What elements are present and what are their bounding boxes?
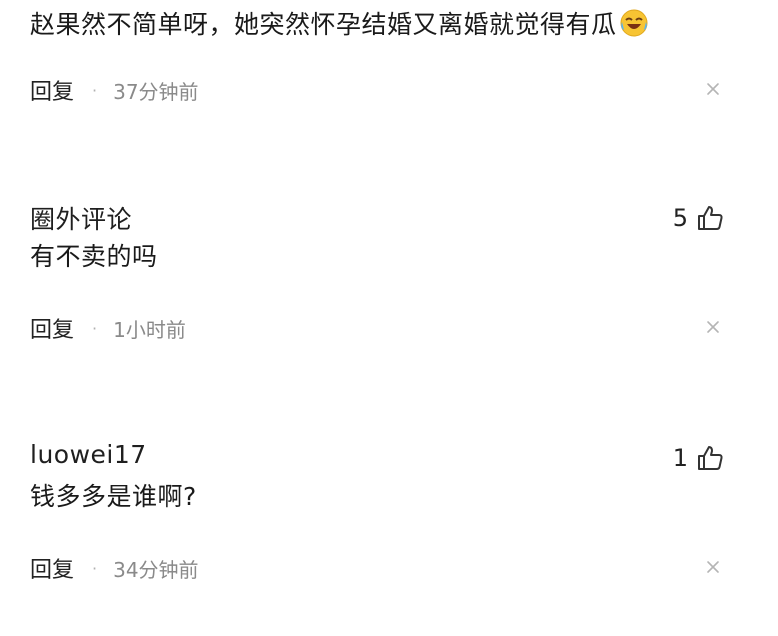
meta-separator: · [92, 558, 98, 578]
thumbs-up-icon [698, 206, 723, 230]
comment-text-content: 赵果然不简单呀，她突然怀孕结婚又离婚就觉得有瓜 [30, 10, 617, 39]
comment-header: 圈外评论 5 [30, 190, 730, 238]
reply-button[interactable]: 回复 [30, 312, 74, 344]
comment-text: 有不卖的吗 [30, 242, 158, 271]
like-count: 1 [672, 444, 688, 472]
thumbs-up-icon [698, 446, 723, 470]
comment-time: 34分钟前 [113, 557, 199, 582]
laughing-tears-emoji-icon [620, 9, 648, 37]
comment-time: 1小时前 [113, 317, 186, 342]
comment-meta: 回复 · 37分钟前 [30, 70, 730, 110]
comment-text: 赵果然不简单呀，她突然怀孕结婚又离婚就觉得有瓜 [30, 0, 730, 42]
close-icon[interactable] [704, 558, 722, 576]
comment-item: 赵果然不简单呀，她突然怀孕结婚又离婚就觉得有瓜 回复 · 37分钟前 [30, 0, 730, 110]
reply-button[interactable]: 回复 [30, 552, 74, 584]
comment-item: 圈外评论 5 有不卖的吗 回复 · 1小时前 [30, 190, 730, 348]
close-icon[interactable] [704, 318, 722, 336]
comment-header: luowei17 1 [30, 430, 730, 478]
comment-author[interactable]: luowei17 [30, 440, 147, 469]
like-count: 5 [672, 204, 688, 232]
comment-text: 钱多多是谁啊? [30, 482, 197, 511]
meta-separator: · [92, 318, 98, 338]
comment-meta: 回复 · 1小时前 [30, 308, 730, 348]
reply-button[interactable]: 回复 [30, 74, 74, 106]
comment-item: luowei17 1 钱多多是谁啊? 回复 · 34分钟前 [30, 430, 730, 588]
like-button[interactable]: 5 [673, 202, 724, 234]
comment-meta: 回复 · 34分钟前 [30, 548, 730, 588]
comment-author[interactable]: 圈外评论 [30, 200, 132, 236]
like-button[interactable]: 1 [673, 442, 724, 474]
comment-time: 37分钟前 [113, 79, 199, 104]
close-icon[interactable] [704, 80, 722, 98]
meta-separator: · [92, 80, 98, 100]
